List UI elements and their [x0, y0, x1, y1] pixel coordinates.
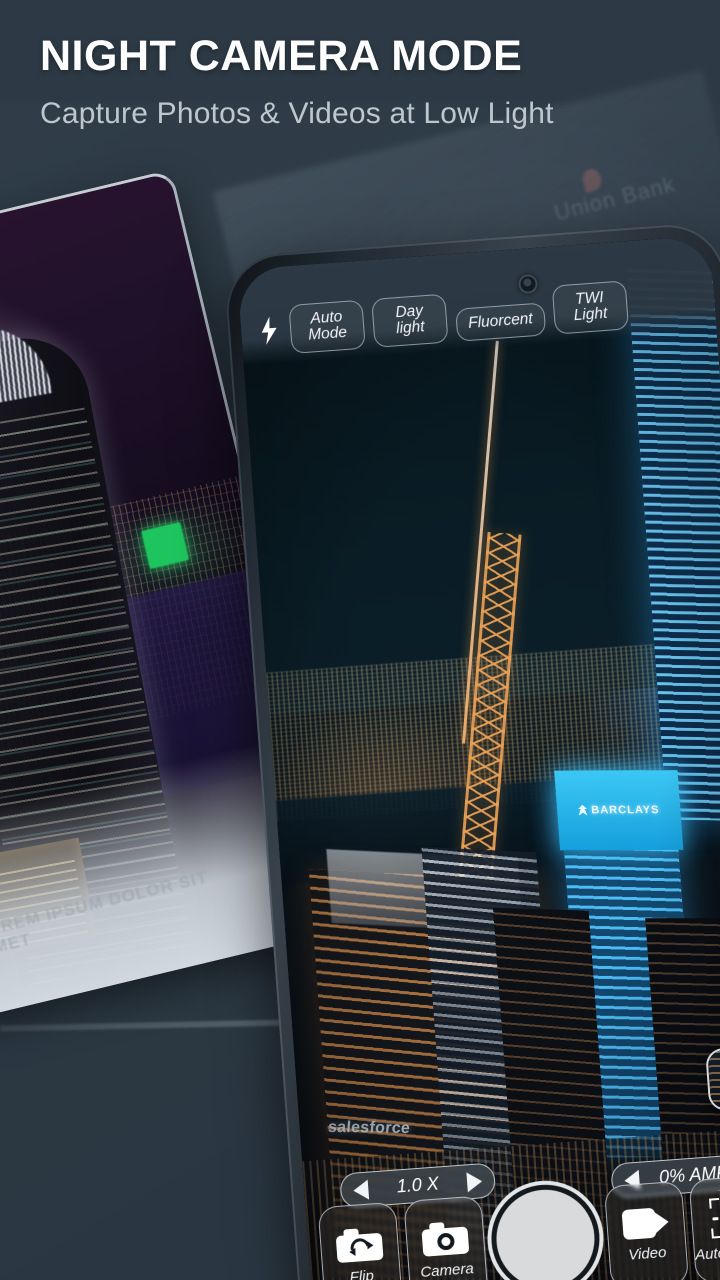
- phone-mockup: BARCLAYS salesforce Auto Mode Day light …: [222, 221, 720, 1280]
- flip-button[interactable]: Flip: [317, 1201, 403, 1280]
- barclays-sign-text: BARCLAYS: [590, 803, 660, 816]
- camera-button[interactable]: Camera: [402, 1195, 489, 1280]
- auto-focus-icon: [708, 1196, 720, 1239]
- mode-button-twi-light[interactable]: TWI Light: [551, 279, 629, 335]
- camera-icon: [420, 1220, 469, 1257]
- auto-focus-button[interactable]: Auto Focus: [688, 1174, 720, 1280]
- auto-focus-label: Auto Focus: [694, 1241, 720, 1264]
- video-label: Video: [627, 1243, 667, 1264]
- phone-body: BARCLAYS salesforce Auto Mode Day light …: [222, 221, 720, 1280]
- mode-button-auto-mode[interactable]: Auto Mode: [288, 299, 366, 354]
- camera-label: Camera: [419, 1259, 475, 1280]
- mode-button-day-light[interactable]: Day light: [371, 293, 449, 348]
- camera-flip-icon: [335, 1226, 384, 1263]
- flash-bolt-icon[interactable]: [256, 313, 282, 349]
- phone-screen[interactable]: BARCLAYS salesforce Auto Mode Day light …: [236, 235, 720, 1280]
- barclays-sign: BARCLAYS: [553, 769, 684, 850]
- header: NIGHT CAMERA MODE Capture Photos & Video…: [0, 0, 720, 131]
- video-button[interactable]: Video: [603, 1180, 689, 1280]
- shutter-button[interactable]: [487, 1180, 604, 1280]
- flip-label: Flip: [349, 1266, 375, 1280]
- thumbnail-image: [707, 1047, 720, 1110]
- mode-button-fluorcent[interactable]: Fluorcent: [455, 302, 546, 342]
- page-title: NIGHT CAMERA MODE: [40, 32, 523, 80]
- barclays-eagle-icon: [577, 804, 587, 815]
- page-subtitle: Capture Photos & Videos at Low Light: [40, 97, 554, 131]
- salesforce-sign: salesforce: [327, 1118, 412, 1137]
- camera-viewfinder[interactable]: BARCLAYS salesforce: [236, 235, 720, 1280]
- video-camera-icon: [621, 1207, 669, 1241]
